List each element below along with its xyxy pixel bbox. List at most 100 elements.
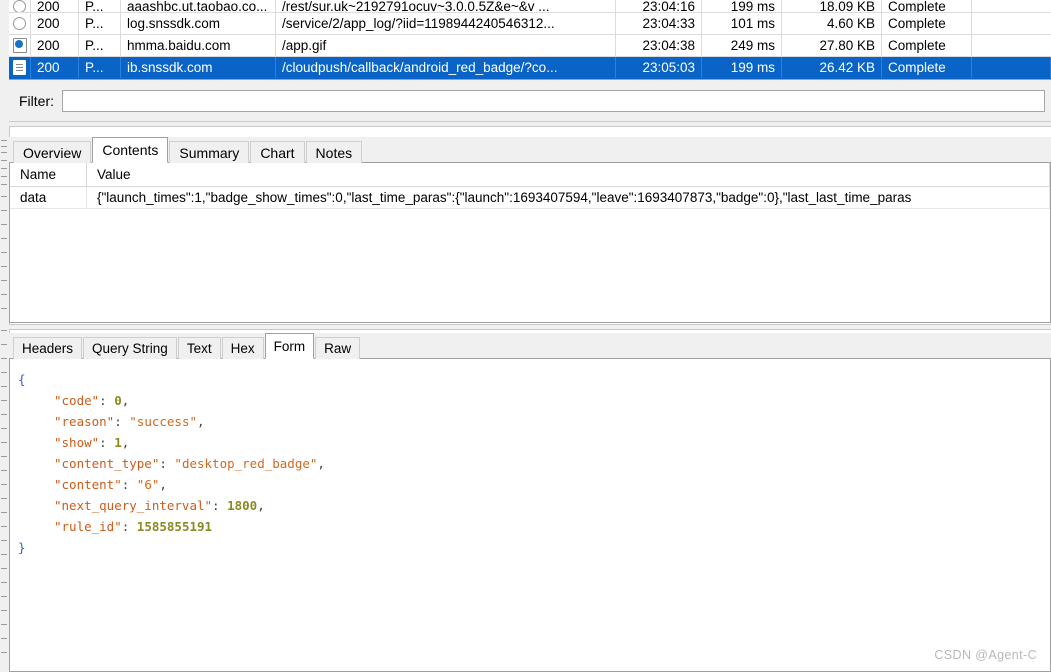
session-duration: 199 ms [702,57,782,78]
json-close-brace: } [18,540,26,555]
tab-form[interactable]: Form [264,333,315,359]
column-header-value[interactable]: Value [86,163,1050,187]
horizontal-splitter[interactable] [9,121,1051,127]
tab-notes[interactable]: Notes [305,141,363,163]
session-result: 200 [31,0,79,12]
gutter-tick [1,168,7,169]
table-row[interactable]: data {"launch_times":1,"badge_show_times"… [10,186,1050,209]
gutter-tick [1,266,7,267]
json-value: "success" [129,414,198,429]
json-value: "6" [136,477,160,492]
contents-table-header-row: Name Value [10,163,1050,187]
tab-headers[interactable]: Headers [13,337,83,359]
sessions-grid[interactable]: 200 P... aaashbc.ut.taobao.co.../rest/sur.… [9,0,1051,79]
gutter-tick [1,554,7,555]
tab-raw[interactable]: Raw [315,337,361,359]
gutter-tick [1,176,7,177]
gutter-tick [1,610,7,611]
session-time: 23:04:33 [616,13,702,34]
session-extra [972,35,1051,56]
gutter-tick [1,428,7,429]
session-caching: Complete [882,13,972,34]
tab-overview[interactable]: Overview [13,141,92,163]
gutter-tick [1,386,7,387]
session-extra [972,13,1051,34]
session-host: ib.snssdk.com [121,57,276,78]
session-body-size: 27.80 KB [782,35,882,56]
session-row[interactable]: 200 P... aaashbc.ut.taobao.co.../rest/sur.… [9,0,1051,13]
session-extra [972,57,1051,78]
json-key: "reason" [54,414,115,429]
clock-icon [13,17,26,30]
clock-icon [13,0,26,12]
gutter-tick [1,540,7,541]
gutter-tick [1,484,7,485]
response-tabs[interactable]: Headers Query String Text Hex Form Raw [9,333,1051,359]
json-open-brace: { [18,372,26,387]
gutter-tick [1,308,7,309]
json-key: "show" [54,435,100,450]
session-url: /app.gif [276,35,616,56]
http-debugger-window: 200 P... aaashbc.ut.taobao.co.../rest/sur.… [0,0,1051,672]
gutter-tick [1,652,7,653]
session-row[interactable]: 200 P... ib.snssdk.com/cloudpush/callback/… [9,57,1051,79]
tab-contents[interactable]: Contents [92,137,169,163]
gutter-tick [1,442,7,443]
contents-panel[interactable]: Name Value data {"launch_times":1,"badge_… [9,163,1051,323]
gutter-tick [1,498,7,499]
session-duration: 101 ms [702,13,782,34]
session-protocol: P... [79,35,121,56]
gutter-tick [1,568,7,569]
gutter-tick [1,160,7,161]
gutter-tick [1,184,7,185]
tab-hex[interactable]: Hex [221,337,264,359]
session-time: 23:04:38 [616,35,702,56]
session-row[interactable]: 200 P... hmma.baidu.com/app.gif 23:04:38 249… [9,35,1051,57]
lower-splitter[interactable] [9,324,1051,330]
json-key: "next_query_interval" [54,498,213,513]
document-icon [13,60,26,75]
watermark: CSDN @Agent-C [934,648,1037,662]
contents-row-value: {"launch_times":1,"badge_show_times":0,"… [86,186,1050,209]
tab-query-string[interactable]: Query String [83,337,177,359]
json-value: 1800 [227,498,258,513]
session-protocol: P... [79,13,121,34]
contents-table: Name Value data {"launch_times":1,"badge_… [10,163,1050,209]
gutter-tick [1,146,7,147]
gutter-tick [1,512,7,513]
session-body-size: 26.42 KB [782,57,882,78]
tab-chart[interactable]: Chart [250,141,305,163]
gutter-tick [1,238,7,239]
filter-label: Filter: [19,92,54,109]
session-protocol: P... [79,0,121,12]
session-caching: Complete [882,57,972,78]
json-key: "content" [54,477,122,492]
tab-text[interactable]: Text [177,337,221,359]
session-duration: 199 ms [702,0,782,12]
json-body: { "code": 0, "reason": "success", "show"… [18,372,325,555]
gutter-tick [1,252,7,253]
gutter-tick [1,582,7,583]
session-type-icon-cell [9,13,31,34]
gutter-tick [1,152,7,153]
json-key: "rule_id" [54,519,122,534]
gutter-tick [1,414,7,415]
tab-summary[interactable]: Summary [169,141,250,163]
column-header-name[interactable]: Name [10,163,87,187]
filter-input[interactable] [62,89,1045,112]
session-url: /service/2/app_log/?iid=1198944240546312… [276,13,616,34]
session-type-icon-cell [9,57,31,78]
session-row[interactable]: 200 P... log.snssdk.com/service/2/app_log/… [9,13,1051,35]
session-caching: Complete [882,35,972,56]
session-caching: Complete [882,0,972,12]
session-protocol: P... [79,57,121,78]
gutter-tick [1,456,7,457]
gutter-tick [1,280,7,281]
session-url: /rest/sur.uk~2192791ocuv~3.0.0.5Z&e~&v .… [276,0,616,12]
session-host: log.snssdk.com [121,13,276,34]
response-body-viewer[interactable]: { "code": 0, "reason": "success", "show"… [9,359,1051,672]
session-duration: 249 ms [702,35,782,56]
session-result: 200 [31,13,79,34]
request-tabs[interactable]: Overview Contents Summary Chart Notes [9,137,1051,163]
image-icon [12,38,27,53]
